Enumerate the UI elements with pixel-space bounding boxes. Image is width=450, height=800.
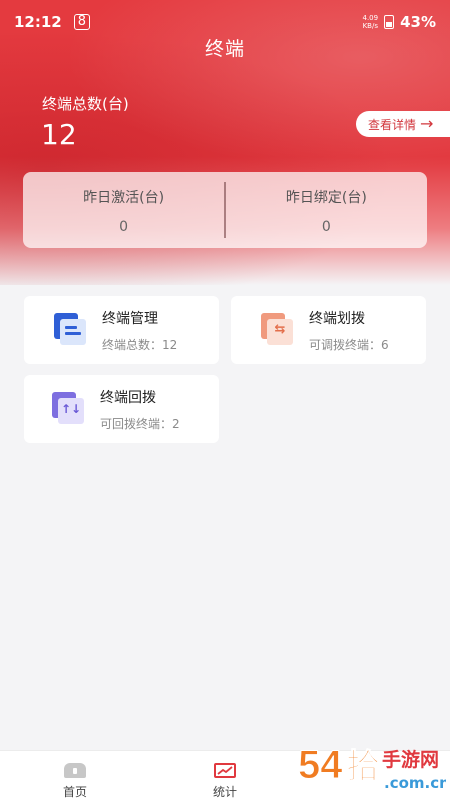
page-title: 终端	[204, 38, 245, 60]
nav-label-statistics: 统计	[212, 785, 237, 799]
nav-item-home[interactable]: 首页	[0, 751, 150, 800]
arrow-right-icon: →	[420, 114, 434, 133]
view-details-label: 查看详情	[368, 117, 417, 132]
watermark-logo: 54 拾 手游网 .com.cn	[296, 736, 450, 796]
watermark-line1: 手游网	[382, 748, 439, 771]
stats-divider	[224, 182, 226, 238]
sim-card-icon: 8	[73, 14, 91, 30]
home-icon	[64, 763, 86, 778]
total-terminals-value: 12	[41, 118, 77, 151]
yesterday-activated: 昨日激活(台) 0	[23, 172, 224, 248]
chart-icon	[214, 763, 236, 778]
card-subtitle: 可调拨终端：6	[309, 337, 389, 352]
svg-text:54: 54	[298, 743, 343, 787]
card-title: 终端管理	[102, 310, 158, 327]
yesterday-activated-label: 昨日激活(台)	[83, 190, 165, 206]
document-list-icon	[54, 313, 88, 347]
view-details-button[interactable]: 查看详情 →	[356, 111, 450, 137]
card-subtitle: 终端总数：12	[102, 337, 178, 352]
network-speed: 4.09 KB/s	[362, 14, 379, 30]
card-title: 终端划拨	[309, 310, 365, 327]
battery-icon	[384, 15, 395, 29]
terminal-recall-card[interactable]: ↑↓ 终端回拨 可回拨终端：2	[24, 375, 219, 443]
yesterday-bound-value: 0	[321, 219, 331, 235]
yesterday-stats-card: 昨日激活(台) 0 昨日绑定(台) 0	[23, 172, 427, 248]
card-subtitle: 可回拨终端：2	[100, 416, 180, 431]
nav-item-statistics[interactable]: 统计	[150, 751, 300, 800]
yesterday-activated-value: 0	[119, 219, 129, 235]
status-right: 4.09 KB/s 43%	[363, 13, 437, 31]
status-time: 12:12	[14, 13, 62, 31]
yesterday-bound-label: 昨日绑定(台)	[285, 190, 367, 206]
recall-icon: ↑↓	[52, 392, 86, 426]
watermark-line2: .com.cn	[384, 774, 446, 792]
svg-text:拾: 拾	[346, 748, 380, 786]
total-terminals-label: 终端总数(台)	[42, 95, 129, 113]
battery-level: 43%	[400, 13, 436, 31]
terminal-transfer-card[interactable]: ⇆ 终端划拨 可调拨终端：6	[231, 296, 426, 364]
transfer-icon: ⇆	[261, 313, 295, 347]
nav-label-home: 首页	[62, 785, 87, 799]
card-title: 终端回拨	[100, 389, 156, 406]
terminal-management-card[interactable]: 终端管理 终端总数：12	[24, 296, 219, 364]
yesterday-bound: 昨日绑定(台) 0	[226, 172, 427, 248]
